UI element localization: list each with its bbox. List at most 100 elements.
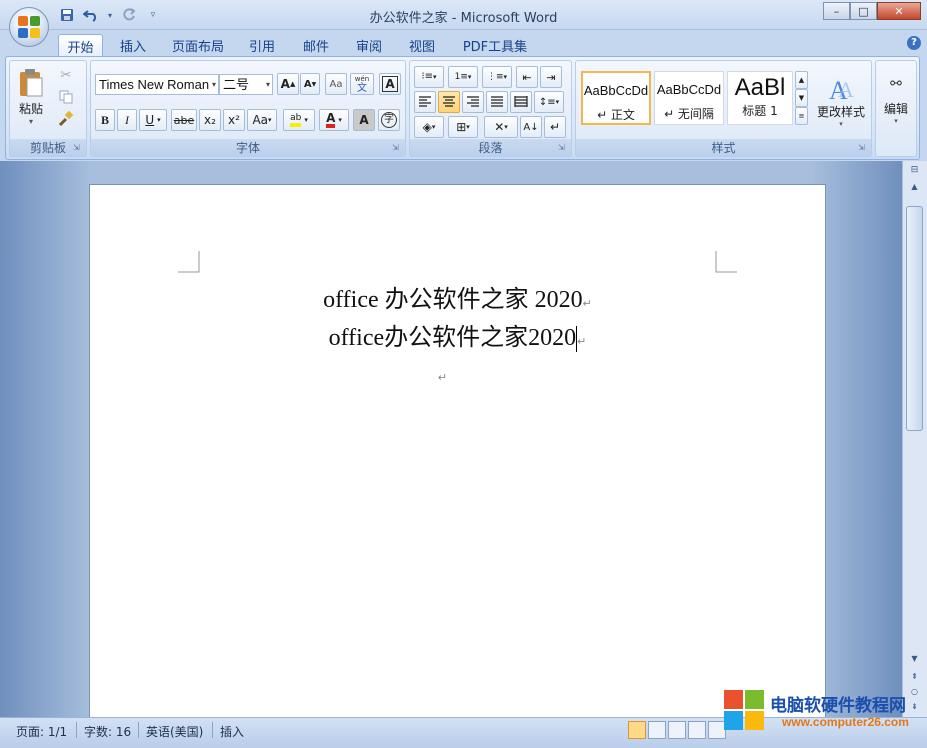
font-group-label: 字体 [91,139,405,156]
styles-scroll-down-icon[interactable]: ▼ [795,89,808,107]
bold-button[interactable]: B [95,109,115,131]
help-icon[interactable]: ? [907,36,921,50]
font-group: Times New Roman ▾ 二号 ▾ A ▲ A ▼ Aa wén 文 A … [90,60,406,157]
justify-button[interactable] [486,91,508,113]
numbering-button[interactable]: 1≡ ▾ [448,66,478,88]
window-title: 办公软件之家 - Microsoft Word [369,11,558,26]
clipboard-launcher-icon[interactable]: ⇲ [73,143,83,153]
font-launcher-icon[interactable]: ⇲ [392,143,402,153]
distributed-icon [514,96,528,107]
paragraph-group-label: 段落 [410,139,571,156]
windows-logo-icon [724,690,764,730]
document-line-2[interactable]: office办公软件之家2020↵ [90,317,825,353]
distributed-button[interactable] [510,91,532,113]
style-no-spacing-sample: AaBbCcDd [656,82,722,97]
styles-launcher-icon[interactable]: ⇲ [858,143,868,153]
align-right-button[interactable] [462,91,484,113]
char-border-button[interactable]: A [379,73,401,95]
language-indicator[interactable]: 英语(美国) [146,723,203,740]
paste-button[interactable]: 粘贴 ▾ [14,64,48,130]
tab-review[interactable]: 审阅 [347,34,391,57]
line-spacing-button[interactable]: ↕≡ ▾ [534,91,564,113]
change-styles-button[interactable]: A A 更改样式 ▾ [814,65,868,135]
clear-format-button[interactable]: Aa [325,73,347,95]
font-color-dropdown-icon: ▾ [338,116,342,124]
outline-view-icon[interactable] [688,721,706,739]
tab-home[interactable]: 开始 [58,34,103,57]
decrease-indent-button[interactable]: ⇤ [516,66,538,88]
font-name-combo[interactable]: Times New Roman ▾ [95,74,219,95]
minimize-button[interactable]: – [823,2,850,20]
highlight-button[interactable]: ab ▾ [283,109,315,131]
copy-button[interactable] [54,87,78,107]
insert-mode-indicator[interactable]: 插入 [220,723,244,740]
style-normal[interactable]: AaBbCcDd ↵ 正文 [581,71,651,125]
ruler-toggle-icon[interactable]: ⊟ [906,163,923,178]
style-heading-1[interactable]: AaBl 标题 1 [727,71,793,125]
maximize-button[interactable]: □ [850,2,877,20]
font-color-button[interactable]: A ▾ [319,109,349,131]
document-page[interactable]: office 办公软件之家 2020↵ office办公软件之家2020↵ ↵ [89,184,826,724]
page-count[interactable]: 页面: 1/1 [16,723,67,740]
subscript-button[interactable]: x₂ [199,109,221,131]
previous-page-icon[interactable]: ⇞ [906,669,923,684]
show-marks-button[interactable]: ↵ [544,116,566,138]
print-layout-view-icon[interactable] [628,721,646,739]
document-line-3[interactable]: ↵ [75,361,810,388]
tab-insert[interactable]: 插入 [111,34,155,57]
phonetic-guide-icon: 文 [357,83,367,94]
sort-button[interactable]: A↓ [520,116,542,138]
style-no-spacing[interactable]: AaBbCcDd ↵ 无间隔 [654,71,724,125]
italic-button[interactable]: I [117,109,137,131]
editing-label: 编辑 [883,101,908,116]
close-button[interactable]: ✕ [877,2,921,20]
cut-button[interactable]: ✂ [54,65,78,85]
bullets-button[interactable]: ⁝≡ ▾ [414,66,444,88]
editing-button[interactable]: ⚯ 编辑 ▾ [878,65,914,135]
font-size-dropdown-icon[interactable]: ▾ [266,75,270,94]
change-case-icon: Aa [252,113,269,127]
styles-more-icon[interactable]: ≡ [795,107,808,125]
style-normal-name: ↵ 正文 [597,108,635,122]
multilevel-list-button[interactable]: ⋮≡ ▾ [482,66,512,88]
enclose-char-button[interactable]: 字 [378,109,400,131]
document-area: office 办公软件之家 2020↵ office办公软件之家2020↵ ↵ [0,161,902,724]
tab-references[interactable]: 引用 [240,34,284,57]
scroll-thumb[interactable] [906,206,923,431]
chinese-layout-button[interactable]: ✕ ▾ [484,116,518,138]
grow-font-button[interactable]: A ▲ [277,73,299,95]
shading-button[interactable]: ◈ ▾ [414,116,444,138]
office-button[interactable] [9,7,49,47]
font-name-dropdown-icon[interactable]: ▾ [212,75,216,94]
tab-page-layout[interactable]: 页面布局 [166,34,230,57]
scroll-down-icon[interactable]: ▼ [906,651,923,666]
scroll-up-icon[interactable]: ▲ [906,179,923,194]
superscript-button[interactable]: x² [223,109,245,131]
style-no-spacing-name: ↵ 无间隔 [664,107,714,121]
increase-indent-button[interactable]: ⇥ [540,66,562,88]
strikethrough-button[interactable]: abe [171,109,197,131]
styles-scroll-up-icon[interactable]: ▲ [795,71,808,89]
shrink-font-button[interactable]: A ▼ [300,73,320,95]
tab-pdf-tools[interactable]: PDF工具集 [455,34,535,57]
char-shading-button[interactable]: A [353,109,375,131]
change-case-button[interactable]: Aa ▾ [247,109,277,131]
phonetic-guide-button[interactable]: wén 文 [350,73,374,95]
paste-dropdown-icon: ▾ [28,117,33,126]
paragraph-mark-2: ↵ [577,336,587,348]
word-count[interactable]: 字数: 16 [84,723,131,740]
web-layout-view-icon[interactable] [668,721,686,739]
underline-button[interactable]: U ▾ [139,109,167,131]
full-screen-reading-view-icon[interactable] [648,721,666,739]
vertical-scrollbar[interactable]: ⊟ ▲ ▼ ⇞ ○ ⇟ [902,161,927,717]
site-watermark: 电脑软硬件教程网 www.computer26.com [722,688,922,740]
align-left-button[interactable] [414,91,436,113]
document-line-1[interactable]: office 办公软件之家 2020↵ [90,279,825,314]
align-center-button[interactable] [438,91,460,113]
tab-mailings[interactable]: 邮件 [294,34,338,57]
paragraph-launcher-icon[interactable]: ⇲ [558,143,568,153]
tab-view[interactable]: 视图 [400,34,444,57]
format-painter-button[interactable] [54,109,78,129]
borders-button[interactable]: ⊞ ▾ [448,116,478,138]
font-size-combo[interactable]: 二号 ▾ [219,74,273,95]
